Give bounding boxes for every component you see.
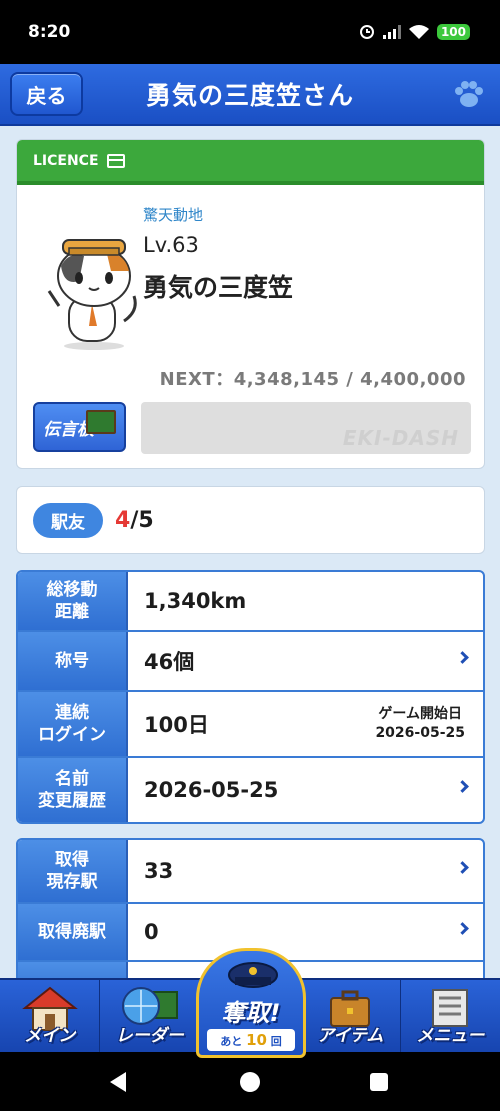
steal-remaining-prefix: あと — [220, 1035, 243, 1048]
next-exp: NEXT：4,348,145 / 4,400,000 — [159, 369, 466, 390]
alarm-icon — [359, 25, 374, 39]
licence-header: LICENCE — [17, 140, 484, 185]
game-start-note: ゲーム開始日 2026-05-25 — [375, 705, 465, 743]
station-row-current[interactable]: 取得 現存駅 33 — [18, 840, 483, 904]
station-label: 取得 現存駅 — [18, 840, 128, 902]
nav-main[interactable]: メイン — [0, 980, 101, 1052]
app-header: 戻る 勇気の三度笠さん — [0, 64, 500, 126]
friends-section: 駅友 4/5 — [16, 486, 485, 554]
stats-table: 総移動 距離 1,340km 称号 46個 連続 ログイン 100日 ゲーム開始日 … — [16, 570, 485, 824]
stat-row-titles[interactable]: 称号 46個 — [18, 632, 483, 692]
chevron-right-icon — [456, 780, 469, 793]
player-epithet: 驚天動地 — [143, 206, 204, 224]
nav-radar[interactable]: レーダー — [100, 980, 201, 1052]
system-home-icon[interactable] — [240, 1072, 260, 1092]
page-title: 勇気の三度笠さん — [145, 81, 354, 110]
stat-label: 総移動 距離 — [18, 572, 128, 630]
signal-icon — [382, 25, 401, 39]
nav-menu-label: メニュー — [416, 1026, 485, 1046]
message-board-button[interactable]: 伝言板 — [33, 402, 126, 452]
stat-value-name-history: 2026-05-25 — [144, 778, 279, 802]
stat-row-name-history[interactable]: 名前 変更履歴 2026-05-25 — [18, 758, 483, 822]
nav-steal-button[interactable]: 奪取! あと 10 回 — [196, 948, 306, 1058]
licence-card: LICENCE 驚天動地 Lv.63 勇気の三度笠 NEXT：4,348,145… — [16, 139, 485, 469]
system-back-icon[interactable] — [110, 1072, 126, 1092]
stat-row-distance: 総移動 距離 1,340km — [18, 572, 483, 632]
player-name: 勇気の三度笠 — [143, 273, 294, 302]
stat-label: 名前 変更履歴 — [18, 758, 128, 822]
station-value-abandoned: 0 — [144, 920, 159, 944]
chevron-right-icon — [456, 861, 469, 874]
stat-row-login: 連続 ログイン 100日 ゲーム開始日 2026-05-25 — [18, 692, 483, 758]
nav-item-label: アイテム — [317, 1026, 384, 1046]
friends-badge: 駅友 — [33, 502, 103, 538]
stat-value-titles: 46個 — [144, 650, 195, 674]
friends-count: 4/5 — [115, 508, 154, 533]
eki-dash-watermark: EKI-DASH — [342, 426, 459, 450]
system-recents-icon[interactable] — [370, 1073, 388, 1091]
card-icon — [106, 153, 125, 168]
conductor-cap-icon — [228, 962, 278, 988]
nav-menu[interactable]: メニュー — [401, 980, 500, 1052]
steal-label: 奪取! — [221, 999, 281, 1027]
friends-total: /5 — [130, 507, 154, 533]
message-board-field[interactable]: EKI-DASH — [141, 402, 471, 454]
player-level: Lv.63 — [143, 233, 199, 257]
station-value-current: 33 — [144, 859, 174, 883]
nav-main-label: メイン — [24, 1026, 76, 1046]
friends-current: 4 — [115, 507, 131, 533]
game-start-label: ゲーム開始日 — [378, 706, 463, 722]
clock: 8:20 — [28, 22, 71, 42]
stat-value-distance: 1,340km — [144, 589, 247, 613]
blackboard-icon — [86, 410, 116, 434]
battery-indicator: 100 — [436, 24, 470, 40]
chevron-right-icon — [456, 922, 469, 935]
system-navigation-bar — [0, 1052, 500, 1111]
game-start-date: 2026-05-25 — [375, 725, 465, 741]
stat-value-login: 100日 — [144, 713, 209, 737]
cat-avatar — [47, 239, 137, 350]
status-bar: 8:20 100 — [0, 0, 500, 64]
steal-remaining: あと 10 回 — [207, 1029, 295, 1051]
chevron-right-icon — [456, 651, 469, 664]
station-label: 取得廃駅 — [18, 904, 128, 960]
stat-label: 連続 ログイン — [18, 692, 128, 756]
steal-remaining-count: 10 — [246, 1031, 267, 1049]
nav-radar-label: レーダー — [115, 1026, 184, 1046]
stat-label: 称号 — [18, 632, 128, 690]
wifi-icon — [408, 25, 429, 39]
licence-label: LICENCE — [33, 152, 99, 169]
paw-icon[interactable] — [452, 78, 486, 112]
back-button[interactable]: 戻る — [10, 72, 83, 116]
steal-remaining-suffix: 回 — [270, 1035, 282, 1048]
nav-item[interactable]: アイテム — [301, 980, 401, 1052]
